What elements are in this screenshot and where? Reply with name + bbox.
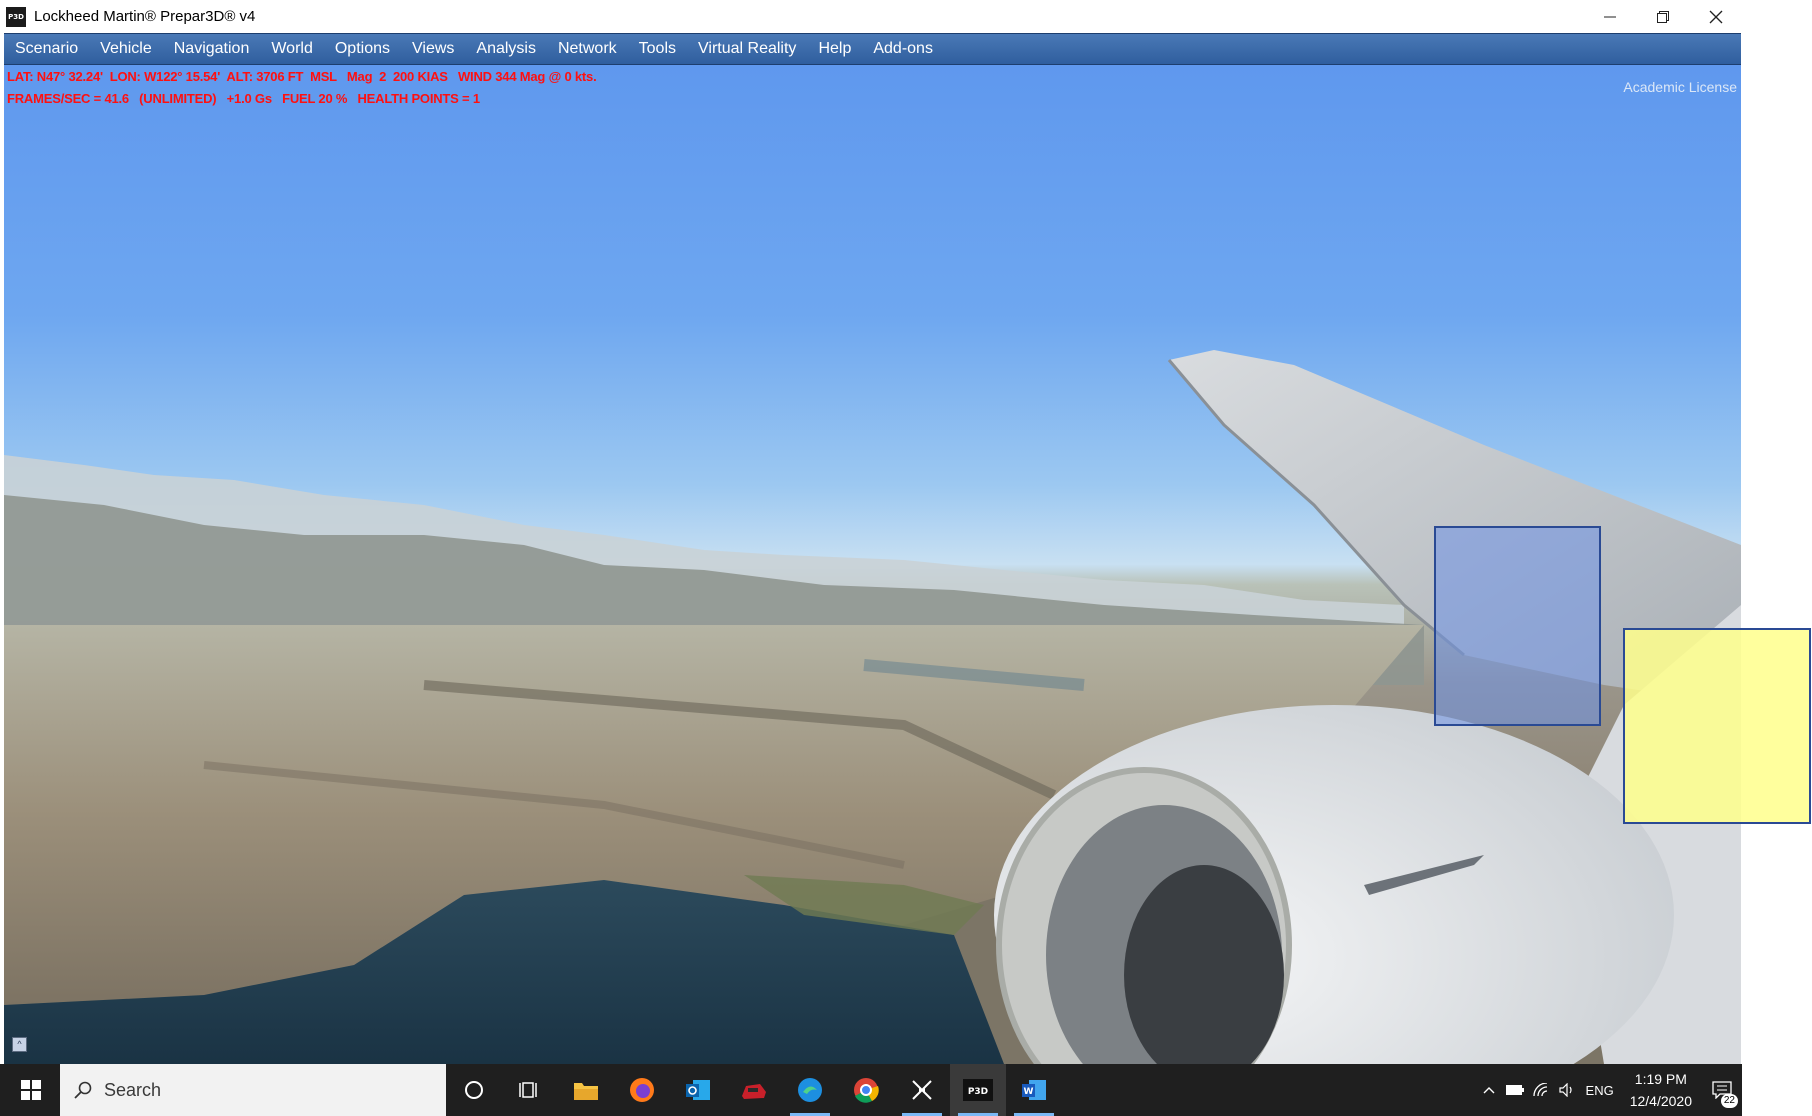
chrome-icon: [854, 1078, 879, 1103]
menu-bar: Scenario Vehicle Navigation World Option…: [4, 33, 1741, 65]
window-controls: [1583, 0, 1742, 33]
app-icon: P3D: [6, 6, 26, 27]
folder-icon: [574, 1083, 598, 1100]
start-button[interactable]: [0, 1064, 62, 1116]
close-button[interactable]: [1689, 0, 1742, 33]
outlook-icon: [686, 1080, 710, 1100]
minimize-icon: [1603, 16, 1616, 17]
menu-tools[interactable]: Tools: [628, 34, 687, 64]
menu-virtual-reality[interactable]: Virtual Reality: [687, 34, 807, 64]
battery-button[interactable]: [1502, 1064, 1528, 1116]
taskbar-word[interactable]: W: [1006, 1064, 1062, 1116]
highlight-box-blue: [1434, 526, 1601, 726]
menu-world[interactable]: World: [260, 34, 324, 64]
clock-date: 12/4/2020: [1629, 1093, 1692, 1109]
menu-options[interactable]: Options: [324, 34, 401, 64]
word-icon: W: [1022, 1080, 1046, 1100]
minimize-button[interactable]: [1583, 0, 1636, 33]
license-label: Academic License: [1623, 79, 1737, 95]
clock-time: 1:19 PM: [1634, 1071, 1687, 1087]
tray-overflow-button[interactable]: [1476, 1064, 1502, 1116]
hud-line-position: LAT: N47° 32.24' LON: W122° 15.54' ALT: …: [7, 69, 597, 84]
clock[interactable]: 1:19 PM 12/4/2020: [1620, 1068, 1702, 1112]
language-indicator[interactable]: ENG: [1580, 1083, 1620, 1098]
hud-line-performance: FRAMES/SEC = 41.6 (UNLIMITED) +1.0 Gs FU…: [7, 91, 480, 106]
menu-vehicle[interactable]: Vehicle: [89, 34, 163, 64]
menu-network[interactable]: Network: [547, 34, 628, 64]
taskbar-game-app[interactable]: [726, 1064, 782, 1116]
app-window: P3D Lockheed Martin® Prepar3D® v4 Scenar…: [0, 0, 1742, 1116]
menu-add-ons[interactable]: Add-ons: [862, 34, 944, 64]
menu-navigation[interactable]: Navigation: [163, 34, 261, 64]
menu-scenario[interactable]: Scenario: [4, 34, 89, 64]
volume-button[interactable]: [1554, 1064, 1580, 1116]
action-center-button[interactable]: 22: [1702, 1064, 1742, 1116]
menu-analysis[interactable]: Analysis: [465, 34, 547, 64]
menu-help[interactable]: Help: [807, 34, 862, 64]
svg-text:P3D: P3D: [968, 1087, 988, 1097]
firefox-icon: [630, 1078, 654, 1102]
windows-icon: [21, 1080, 41, 1100]
system-tray: ENG 1:19 PM 12/4/2020 22: [1476, 1064, 1742, 1116]
airplane-icon: [912, 1080, 932, 1100]
restore-button[interactable]: [1636, 0, 1689, 33]
menu-views[interactable]: Views: [401, 34, 465, 64]
taskbar-chrome[interactable]: [838, 1064, 894, 1116]
taskbar-outlook[interactable]: [670, 1064, 726, 1116]
viewport-corner-button[interactable]: ^: [12, 1037, 27, 1052]
close-icon: [1709, 10, 1722, 23]
taskbar-flight-app[interactable]: [894, 1064, 950, 1116]
battery-icon: [1505, 1085, 1524, 1095]
highlight-box-yellow: [1623, 628, 1811, 824]
cortana-icon: [465, 1081, 483, 1099]
taskbar-file-explorer[interactable]: [558, 1064, 614, 1116]
taskbar-edge[interactable]: [782, 1064, 838, 1116]
task-view-icon: [519, 1082, 537, 1098]
title-bar: P3D Lockheed Martin® Prepar3D® v4: [0, 0, 1742, 33]
edge-icon: [798, 1078, 822, 1102]
speaker-icon: [1558, 1083, 1572, 1097]
sim-viewport[interactable]: LAT: N47° 32.24' LON: W122° 15.54' ALT: …: [4, 65, 1741, 1064]
svg-text:W: W: [1024, 1087, 1034, 1097]
window-title: Lockheed Martin® Prepar3D® v4: [34, 8, 256, 25]
red-car-icon: [742, 1084, 766, 1099]
wifi-icon: [1532, 1083, 1547, 1097]
taskbar: P3D W ENG 1:19 PM 12/4/2020: [0, 1064, 1742, 1116]
taskbar-search[interactable]: [60, 1064, 446, 1116]
cortana-button[interactable]: [446, 1064, 502, 1116]
search-input[interactable]: [102, 1078, 406, 1102]
taskbar-firefox[interactable]: [614, 1064, 670, 1116]
search-icon: [74, 1081, 92, 1099]
chevron-up-icon: [1483, 1087, 1495, 1094]
wifi-button[interactable]: [1528, 1064, 1554, 1116]
restore-icon: [1656, 10, 1669, 23]
taskbar-prepar3d[interactable]: P3D: [950, 1064, 1006, 1116]
p3d-icon: P3D: [963, 1079, 993, 1101]
notification-count-badge: 22: [1720, 1094, 1738, 1108]
task-view-button[interactable]: [502, 1064, 558, 1116]
